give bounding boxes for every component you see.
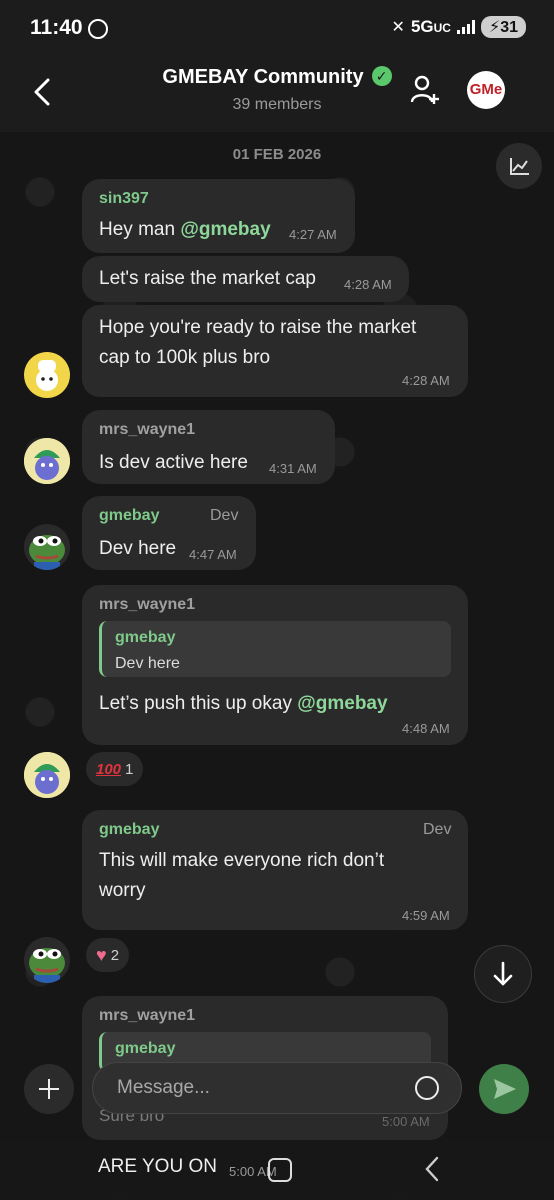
- message-bubble[interactable]: Let's raise the market cap 4:28 AM: [82, 256, 409, 302]
- admin-role-badge: Dev: [423, 821, 452, 838]
- quote-sender: gmebay: [115, 1040, 176, 1057]
- attach-plus-button[interactable]: [24, 1064, 74, 1114]
- status-bar: 11:40 ✕ 5GUC ⚡31: [0, 0, 554, 56]
- nav-back-icon[interactable]: [422, 1154, 442, 1184]
- message-text: Let’s push this up okay @gmebay: [99, 693, 388, 714]
- scroll-to-bottom-button[interactable]: [474, 945, 532, 1003]
- signal-icon: [456, 20, 475, 34]
- quote-text: Dev here: [115, 655, 180, 672]
- message-time: 4:28 AM: [344, 277, 392, 292]
- message-bubble[interactable]: gmebay Dev This will make everyone rich …: [82, 810, 468, 930]
- message-bubble[interactable]: mrs_wayne1 gmebay Dev here Let’s push th…: [82, 585, 468, 745]
- sender-name[interactable]: mrs_wayne1: [99, 596, 195, 614]
- avatar[interactable]: [24, 352, 70, 398]
- mention-link[interactable]: @gmebay: [297, 693, 387, 714]
- stats-chart-button[interactable]: [496, 143, 542, 189]
- avatar[interactable]: [24, 524, 70, 570]
- reaction-chip[interactable]: ♥ 2: [86, 938, 130, 972]
- admin-role-badge: Dev: [210, 507, 239, 524]
- message-text: Is dev active here: [99, 452, 248, 473]
- message-placeholder: Message...: [117, 1077, 210, 1098]
- message-time: 4:47 AM: [189, 547, 237, 562]
- message-text-line: This will make everyone rich don’t: [99, 850, 385, 871]
- heart-icon: ♥: [96, 944, 107, 965]
- add-member-icon[interactable]: [410, 74, 440, 106]
- mention-link[interactable]: @gmebay: [180, 219, 270, 240]
- message-text: Let's raise the market cap: [99, 268, 316, 289]
- message-text-line: cap to 100k plus bro: [99, 347, 271, 368]
- arrow-down-icon: [493, 961, 513, 986]
- message-text: Dev here: [99, 538, 177, 559]
- message-text: ARE YOU ON: [98, 1156, 217, 1177]
- message-text-line: Hope you're ready to raise the market: [99, 317, 417, 338]
- battery-level: 31: [500, 19, 518, 36]
- message-time: 4:31 AM: [269, 461, 317, 476]
- send-button[interactable]: [479, 1064, 529, 1114]
- mute-icon: ✕: [391, 19, 405, 36]
- message-time: 4:28 AM: [402, 373, 450, 388]
- reaction-chip[interactable]: 100 1: [86, 752, 144, 786]
- message-input[interactable]: Message...: [92, 1062, 462, 1114]
- reply-quote[interactable]: gmebay Dev here: [99, 621, 451, 677]
- system-nav-bar: ARE YOU ON 5:00 AM: [0, 1140, 554, 1200]
- sender-name[interactable]: sin397: [99, 190, 149, 208]
- status-time: 11:40: [30, 16, 83, 39]
- avatar[interactable]: [24, 752, 70, 798]
- sender-name[interactable]: gmebay: [99, 821, 159, 839]
- message-bubble[interactable]: gmebay Dev Dev here 4:47 AM: [82, 496, 256, 570]
- reaction-count: 2: [110, 946, 120, 964]
- chat-header: GMEBAY Community ✓ 39 members GMe: [0, 56, 554, 132]
- reaction-count: 1: [125, 760, 134, 778]
- message-notification-icon: [88, 19, 108, 39]
- chart-icon: [510, 158, 529, 175]
- sender-name[interactable]: mrs_wayne1: [99, 421, 195, 439]
- sticker-icon[interactable]: [415, 1076, 439, 1100]
- sender-name[interactable]: gmebay: [99, 507, 159, 525]
- message-bubble[interactable]: mrs_wayne1 Is dev active here 4:31 AM: [82, 410, 335, 484]
- verified-check-icon: ✓: [371, 66, 392, 86]
- message-time: 4:27 AM: [289, 227, 337, 242]
- message-text: Hey man @gmebay: [99, 219, 271, 240]
- message-time: 4:59 AM: [402, 908, 450, 923]
- date-separator: 01 FEB 2026: [232, 146, 322, 163]
- quote-sender: gmebay: [115, 629, 176, 646]
- network-label: 5GUC: [410, 17, 451, 36]
- avatar[interactable]: [24, 937, 70, 983]
- message-text-line: worry: [99, 880, 146, 901]
- message-bubble[interactable]: Hope you're ready to raise the market ca…: [82, 305, 468, 397]
- status-indicators: ✕ 5GUC ⚡31: [392, 16, 526, 38]
- message-bubble[interactable]: sin397 Hey man @gmebay 4:27 AM: [82, 179, 355, 253]
- send-icon: [494, 1079, 516, 1099]
- group-avatar[interactable]: GMe: [467, 71, 505, 109]
- avatar[interactable]: [24, 438, 70, 484]
- battery-icon: ⚡31: [480, 16, 526, 38]
- message-time: 4:48 AM: [402, 721, 450, 736]
- message-time: 5:00 AM: [382, 1114, 430, 1129]
- hundred-points-icon: 100: [96, 760, 122, 778]
- home-button-icon[interactable]: [268, 1158, 292, 1182]
- sender-name[interactable]: mrs_wayne1: [99, 1007, 195, 1025]
